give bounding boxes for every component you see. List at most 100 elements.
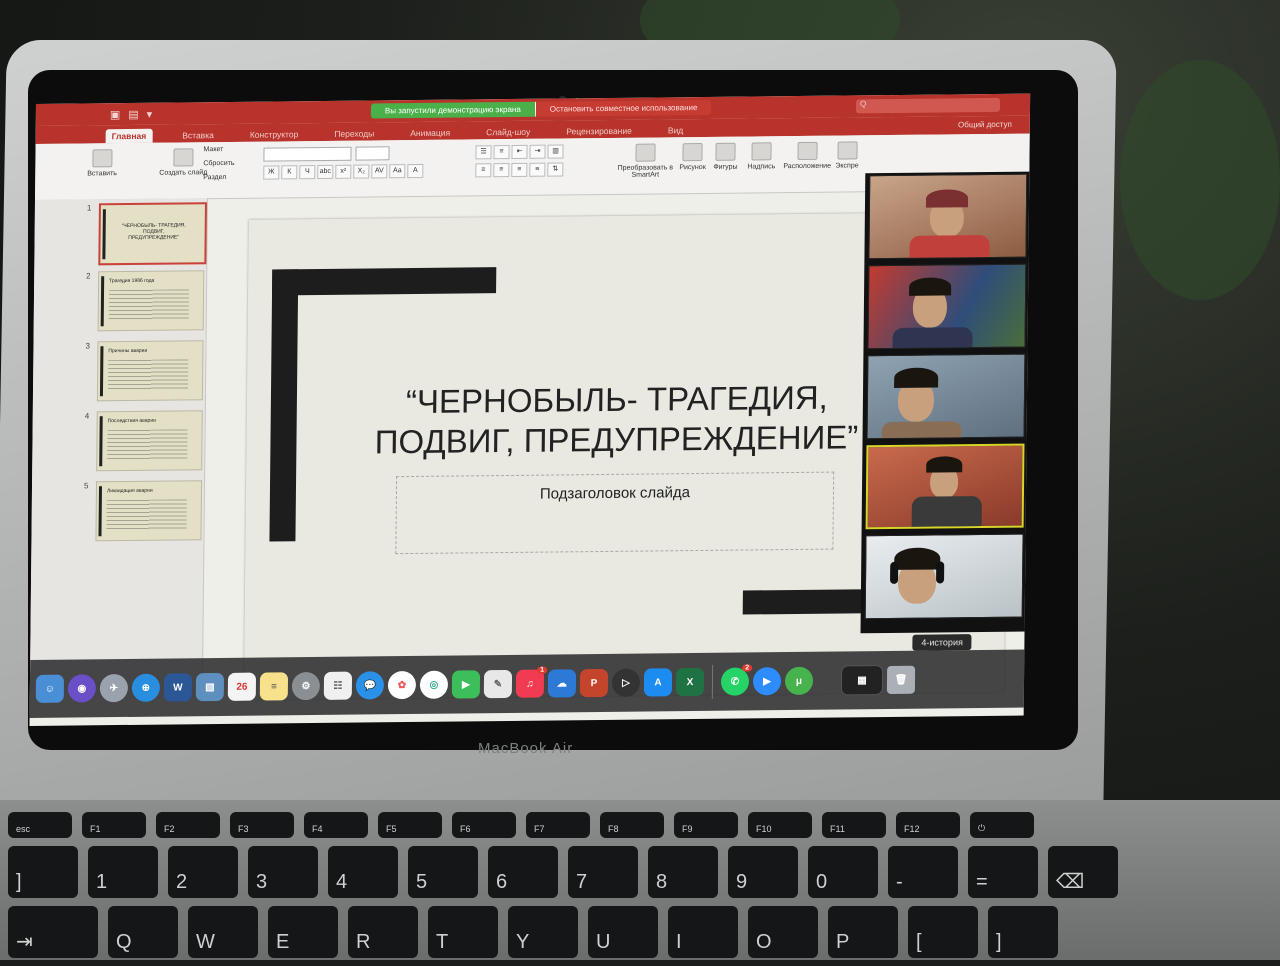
key-esc[interactable]: esc xyxy=(8,812,72,838)
system-preferences-icon[interactable]: ⚙ xyxy=(292,672,320,700)
siri-icon[interactable]: ◉ xyxy=(68,674,96,702)
slide-thumbnail-5[interactable]: Ликвидация аварии xyxy=(95,480,202,541)
key-equals[interactable]: = xyxy=(968,846,1038,898)
utorrent-icon[interactable]: μ xyxy=(785,667,813,695)
participant-video-3[interactable] xyxy=(867,354,1026,440)
slide-thumbnail-3[interactable]: Причины аварии xyxy=(97,340,204,401)
cloud-app-icon[interactable]: ☁ xyxy=(548,669,576,697)
calendar-icon[interactable]: 26 xyxy=(228,673,256,701)
more-icon[interactable]: ▾ xyxy=(147,107,153,120)
key-3[interactable]: 3 xyxy=(248,846,318,898)
tab-slideshow[interactable]: Слайд-шоу xyxy=(480,125,536,140)
columns-button[interactable]: ▥ xyxy=(547,144,563,158)
word-icon[interactable]: W xyxy=(164,673,192,701)
key-p[interactable]: P xyxy=(828,906,898,958)
quicktime-icon[interactable]: ▷ xyxy=(612,669,640,697)
key-f4[interactable]: F4 xyxy=(304,812,368,838)
whatsapp-icon[interactable]: ✆2 xyxy=(721,667,749,695)
italic-button[interactable]: К xyxy=(281,165,297,179)
stop-share-button[interactable]: Остановить совместное использование xyxy=(535,100,712,117)
key-f11[interactable]: F11 xyxy=(822,812,886,838)
app-store-icon[interactable]: A xyxy=(644,668,672,696)
key-power[interactable]: ⏻ xyxy=(970,812,1034,838)
key-2[interactable]: 2 xyxy=(168,846,238,898)
key-delete[interactable]: ⌫ xyxy=(1048,846,1118,898)
notes-icon[interactable]: ≡ xyxy=(260,672,288,700)
tab-animations[interactable]: Анимация xyxy=(404,126,456,141)
key-f9[interactable]: F9 xyxy=(674,812,738,838)
key-f12[interactable]: F12 xyxy=(896,812,960,838)
justify-button[interactable]: ≡ xyxy=(529,163,545,177)
facetime-icon[interactable]: ▶ xyxy=(452,670,480,698)
key-tilde[interactable]: ] xyxy=(8,846,78,898)
layout-button[interactable]: Макет xyxy=(203,146,223,153)
paste-button[interactable]: Вставить xyxy=(87,149,117,177)
tab-view[interactable]: Вид xyxy=(662,123,690,137)
new-slide-button[interactable]: Создать слайд xyxy=(159,148,207,177)
screenshot-preview-icon[interactable]: ▦ xyxy=(841,665,883,695)
reminders-icon[interactable]: ☷ xyxy=(324,672,352,700)
textbox-button[interactable]: Надпись xyxy=(747,142,775,170)
key-minus[interactable]: - xyxy=(888,846,958,898)
key-f6[interactable]: F6 xyxy=(452,812,516,838)
subtitle-placeholder[interactable]: Подзаголовок слайда xyxy=(395,472,834,555)
case-button[interactable]: Aa xyxy=(389,164,405,178)
key-i[interactable]: I xyxy=(668,906,738,958)
key-tab[interactable]: ⇥ xyxy=(8,906,98,958)
align-left-button[interactable]: ≡ xyxy=(475,163,491,177)
tab-design[interactable]: Конструктор xyxy=(244,127,305,142)
indent-more-button[interactable]: ⇥ xyxy=(529,145,545,159)
save-icon[interactable]: ▤ xyxy=(128,107,139,120)
slide-thumbnail-2[interactable]: Трагедия 1986 года xyxy=(98,270,205,331)
chrome-icon[interactable]: ◎ xyxy=(420,671,448,699)
picture-button[interactable]: Рисунок xyxy=(679,143,706,171)
slide-thumbnail-4[interactable]: Последствия аварии xyxy=(96,410,203,471)
align-center-button[interactable]: ≡ xyxy=(493,163,509,177)
section-button[interactable]: Раздел xyxy=(203,174,226,181)
superscript-button[interactable]: x² xyxy=(335,165,351,179)
slide-thumbnail-1[interactable]: “ЧЕРНОБЫЛЬ- ТРАГЕДИЯ, ПОДВИГ, ПРЕДУПРЕЖД… xyxy=(98,202,207,265)
shapes-button[interactable]: Фигуры xyxy=(713,143,737,171)
participant-video-1[interactable] xyxy=(868,174,1027,260)
finder-icon[interactable]: ☺ xyxy=(36,675,64,703)
numbering-button[interactable]: ≡ xyxy=(493,145,509,159)
font-name-select[interactable] xyxy=(263,147,351,162)
tab-transitions[interactable]: Переходы xyxy=(328,126,380,141)
key-t[interactable]: T xyxy=(428,906,498,958)
key-5[interactable]: 5 xyxy=(408,846,478,898)
strike-button[interactable]: abc xyxy=(317,165,333,179)
arrange-button[interactable]: Расположение xyxy=(783,142,831,170)
participant-video-5[interactable] xyxy=(865,534,1024,620)
key-9[interactable]: 9 xyxy=(728,846,798,898)
subscript-button[interactable]: X₂ xyxy=(353,164,369,178)
zoom-icon[interactable]: ▶ xyxy=(753,667,781,695)
key-y[interactable]: Y xyxy=(508,906,578,958)
key-u[interactable]: U xyxy=(588,906,658,958)
reset-button[interactable]: Сбросить xyxy=(203,160,234,167)
key-f8[interactable]: F8 xyxy=(600,812,664,838)
key-8[interactable]: 8 xyxy=(648,846,718,898)
messages-icon[interactable]: 💬 xyxy=(356,671,384,699)
tab-insert[interactable]: Вставка xyxy=(176,128,220,142)
slide-title[interactable]: “ЧЕРНОБЫЛЬ- ТРАГЕДИЯ, ПОДВИГ, ПРЕДУПРЕЖД… xyxy=(356,377,877,462)
participant-video-2[interactable] xyxy=(867,264,1026,350)
express-styles-button[interactable]: Экспре xyxy=(835,141,859,169)
key-f7[interactable]: F7 xyxy=(526,812,590,838)
photos-icon[interactable]: ✿ xyxy=(388,671,416,699)
share-button[interactable]: Общий доступ xyxy=(958,120,1012,130)
key-7[interactable]: 7 xyxy=(568,846,638,898)
tab-home[interactable]: Главная xyxy=(106,129,153,143)
safari-icon[interactable]: ⊕ xyxy=(132,674,160,702)
participant-video-4[interactable] xyxy=(866,444,1025,530)
bullets-button[interactable]: ☰ xyxy=(475,145,491,159)
font-size-select[interactable] xyxy=(355,146,389,160)
align-right-button[interactable]: ≡ xyxy=(511,163,527,177)
bold-button[interactable]: Ж xyxy=(263,165,279,179)
powerpoint-icon[interactable]: P xyxy=(580,669,608,697)
key-f10[interactable]: F10 xyxy=(748,812,812,838)
underline-button[interactable]: Ч xyxy=(299,165,315,179)
key-1[interactable]: 1 xyxy=(88,846,158,898)
key-f3[interactable]: F3 xyxy=(230,812,294,838)
textedit-icon[interactable]: ✎ xyxy=(484,670,512,698)
smartart-button[interactable]: Преобразовать в SmartArt xyxy=(615,143,675,179)
